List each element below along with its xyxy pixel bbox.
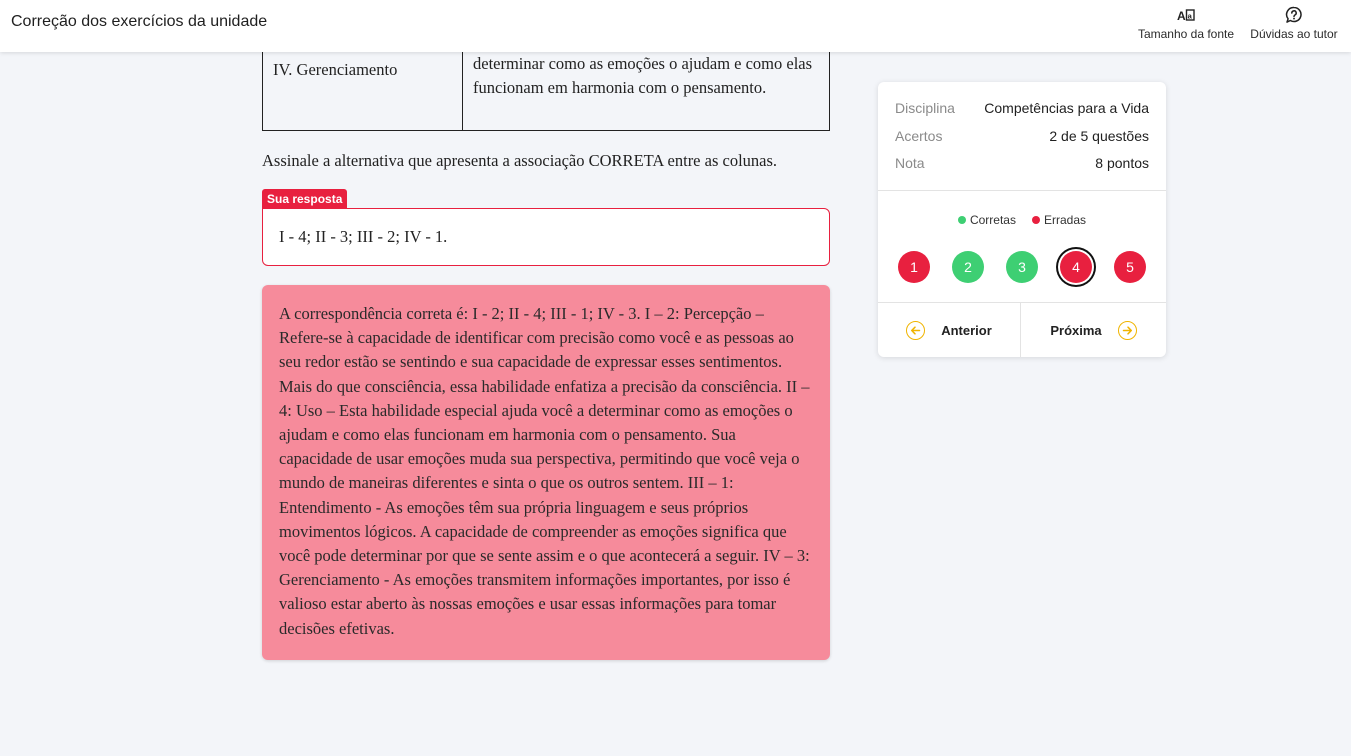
question-button-2[interactable]: 2: [952, 251, 984, 283]
font-size-label: Tamanho da fonte: [1137, 27, 1235, 41]
grade-value: 8 pontos: [1095, 155, 1149, 171]
your-answer-tag: Sua resposta: [262, 189, 348, 209]
table-cell-item: IV. Gerenciamento: [262, 52, 463, 131]
legend: Corretas Erradas: [878, 213, 1166, 227]
hits-label: Acertos: [895, 128, 943, 144]
question-button-4[interactable]: 4: [1060, 251, 1092, 283]
association-table: IV. Gerenciamento determinar como as emo…: [262, 52, 830, 131]
table-cell-description: determinar como as emoções o ajudam e co…: [463, 52, 830, 131]
feedback-box: A correspondência correta é: I - 2; II -…: [262, 285, 830, 660]
question-content: IV. Gerenciamento determinar como as emo…: [262, 52, 830, 660]
question-button-5[interactable]: 5: [1114, 251, 1146, 283]
arrow-right-circle-icon: [1117, 320, 1137, 340]
your-answer-box: I - 4; II - 3; III - 2; IV - 1.: [262, 208, 830, 266]
tutor-questions-label: Dúvidas ao tutor: [1250, 27, 1338, 41]
grade-label: Nota: [895, 155, 925, 171]
question-prompt: Assinale a alternativa que apresenta a a…: [262, 151, 778, 170]
table-item-text: IV. Gerenciamento: [273, 60, 398, 79]
top-header: Correção dos exercícios da unidade A a T…: [0, 0, 1351, 52]
hits-row: Acertos 2 de 5 questões: [895, 128, 1149, 144]
legend-correct-label: Corretas: [969, 213, 1016, 227]
discipline-label: Disciplina: [895, 100, 955, 116]
next-button[interactable]: Próxima: [1022, 303, 1165, 357]
your-answer: Sua resposta I - 4; II - 3; III - 2; IV …: [262, 189, 830, 268]
grade-row: Nota 8 pontos: [895, 155, 1149, 171]
divider: [878, 190, 1166, 191]
discipline-row: Disciplina Competências para a Vida: [895, 100, 1149, 116]
font-size-button[interactable]: A a Tamanho da fonte: [1136, 6, 1236, 46]
legend-correct: Corretas: [957, 213, 1016, 227]
tutor-questions-button[interactable]: Dúvidas ao tutor: [1249, 6, 1339, 46]
question-button-3[interactable]: 3: [1006, 251, 1038, 283]
font-size-icon: A a: [1177, 6, 1195, 24]
correct-dot-icon: [957, 216, 966, 224]
legend-wrong: Erradas: [1031, 213, 1087, 227]
summary-card: Disciplina Competências para a Vida Acer…: [878, 82, 1166, 357]
previous-label: Anterior: [941, 322, 992, 338]
question-button-1[interactable]: 1: [898, 251, 930, 283]
table-row: IV. Gerenciamento determinar como as emo…: [262, 52, 830, 131]
page-title: Correção dos exercícios da unidade: [11, 13, 268, 30]
hits-value: 2 de 5 questões: [1049, 128, 1149, 144]
svg-text:a: a: [1188, 12, 1193, 21]
next-label: Próxima: [1050, 322, 1102, 338]
table-description-text: determinar como as emoções o ajudam e co…: [473, 54, 813, 97]
discipline-value: Competências para a Vida: [984, 100, 1149, 116]
arrow-left-circle-icon: [906, 320, 926, 340]
svg-text:A: A: [1177, 9, 1186, 22]
help-bubble-icon: [1285, 6, 1303, 24]
legend-wrong-label: Erradas: [1043, 213, 1087, 227]
wrong-dot-icon: [1031, 216, 1040, 224]
previous-button[interactable]: Anterior: [878, 303, 1021, 357]
